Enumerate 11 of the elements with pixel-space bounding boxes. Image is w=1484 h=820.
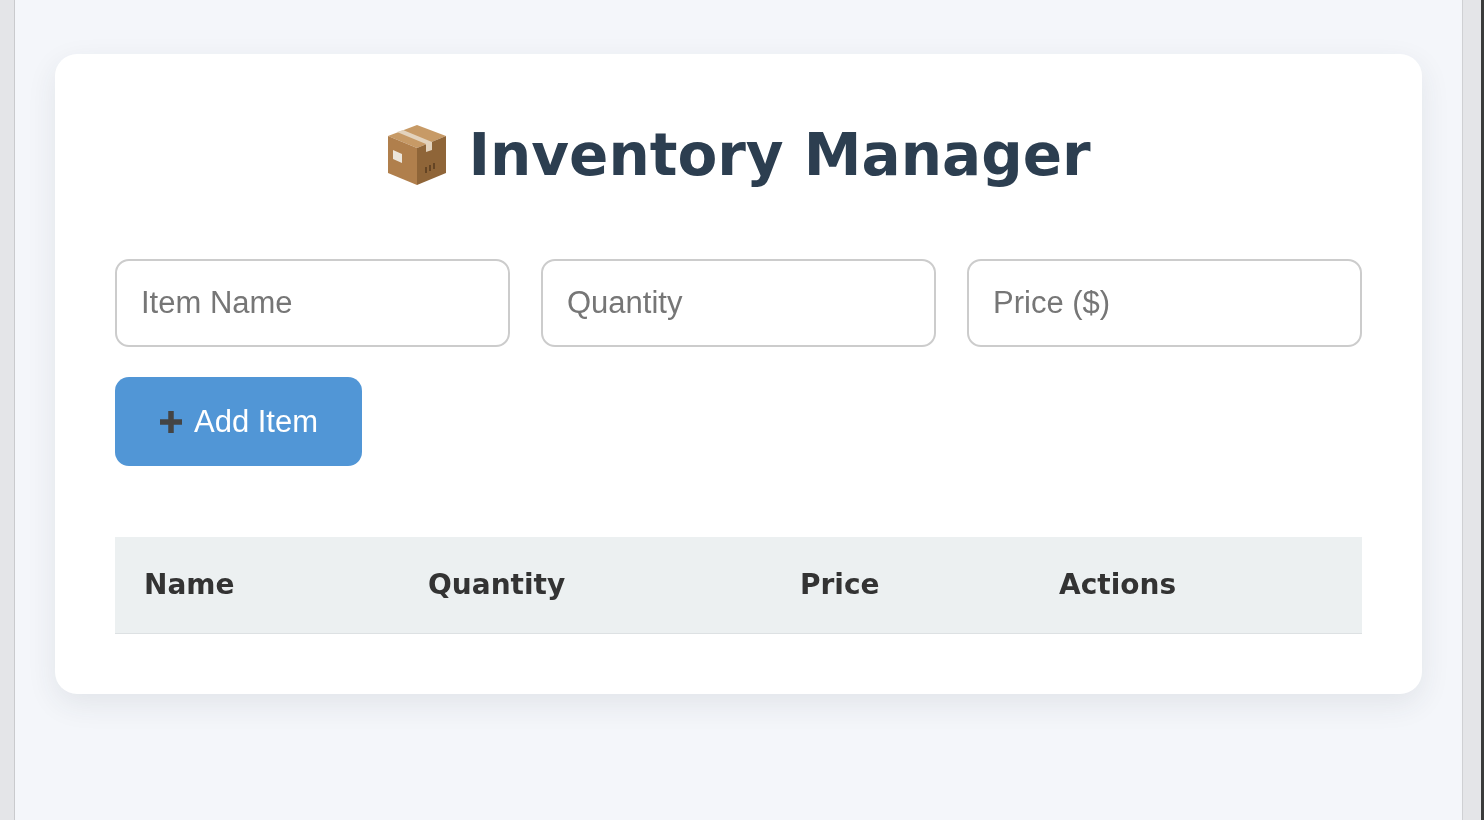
text-field[interactable]: Price ($) <box>967 259 1362 347</box>
column-header: Actions <box>1030 537 1362 633</box>
cardboard-box-icon <box>386 123 449 187</box>
text-field[interactable]: Quantity <box>541 259 936 347</box>
plus-icon <box>158 409 183 434</box>
column-header: Quantity <box>399 537 771 633</box>
column-header: Name <box>115 537 399 633</box>
add-item-button[interactable]: Add Item <box>115 377 362 466</box>
text-field[interactable]: Item Name <box>115 259 510 347</box>
app-title: Inventory Manager <box>468 120 1091 190</box>
column-header: Price <box>771 537 1030 633</box>
